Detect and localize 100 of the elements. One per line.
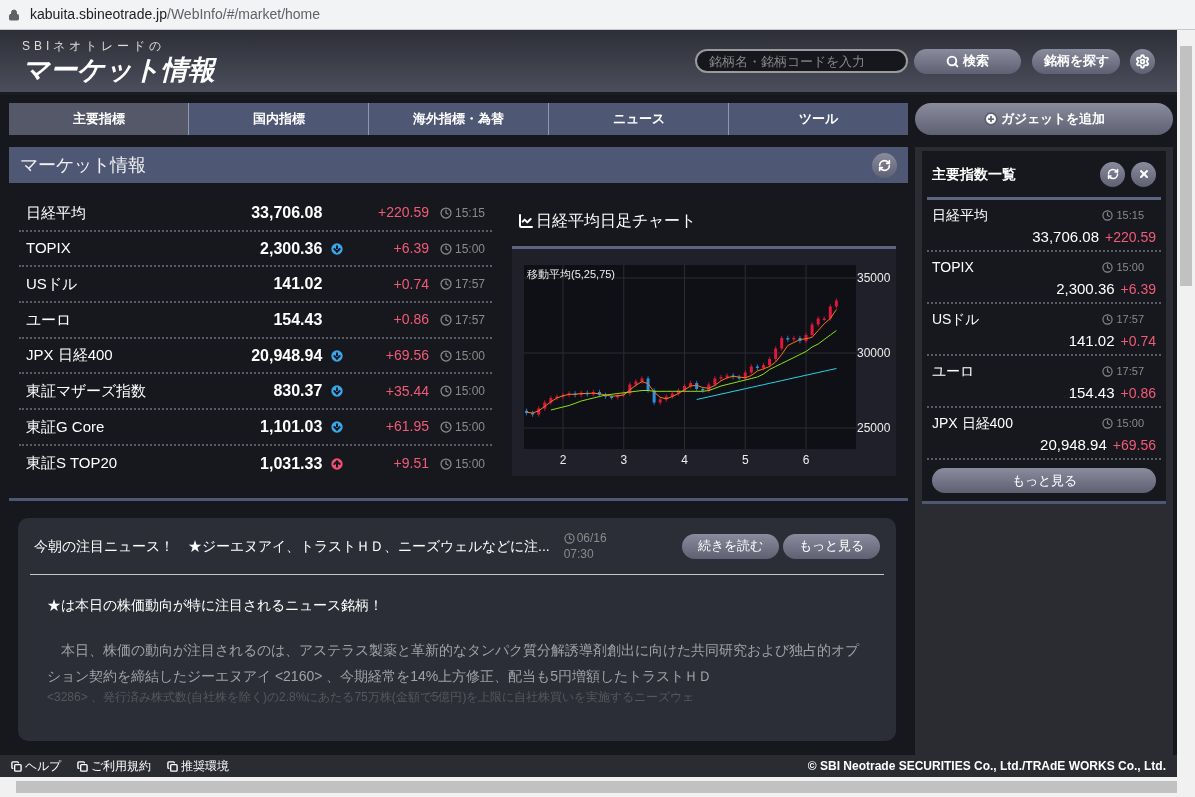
candlestick [664,393,668,403]
x-axis-label: 4 [680,452,689,469]
search-button[interactable]: 検索 [914,48,1021,74]
x-axis-label: 3 [619,452,629,469]
y-axis-label: 35000 [857,270,891,287]
candlestick [731,372,735,380]
x-axis-label: 6 [801,452,811,469]
candlestick [579,390,583,398]
index-name: 東証S TOP20 [26,453,119,474]
logo-subtitle: SBIネオトレードの [22,39,167,53]
refresh-button[interactable] [1100,161,1125,187]
clock-icon [439,242,452,255]
index-value: 2,300.36 [259,238,323,259]
footer-link[interactable]: 推奨環境 [167,757,229,775]
candlestick [810,321,814,338]
index-name: ユーロ [932,362,974,381]
update-time: 15:00 [1102,415,1144,432]
footer-link[interactable]: ヘルプ [11,757,61,775]
index-change: +0.86 [1120,384,1156,403]
nav-tab[interactable]: 海外指標・為替 [368,103,548,135]
find-stock-button[interactable]: 銘柄を探す [1032,48,1120,74]
update-time: 17:57 [439,310,485,329]
close-button[interactable] [1131,161,1156,187]
search-field[interactable]: 銘柄名・銘柄コードを入力 [695,49,908,73]
candlestick [749,363,753,376]
candlestick [567,390,571,398]
candlestick [628,381,632,397]
refresh-button[interactable] [872,152,897,178]
update-time: 17:57 [1102,311,1144,328]
clock-icon [439,385,452,398]
update-time: 15:00 [439,382,485,401]
nav-tab[interactable]: 国内指標 [188,103,368,135]
clock-icon [1102,210,1114,221]
chart-title: 日経平均日足チャート [536,211,696,231]
vertical-scrollbar[interactable] [1177,30,1195,777]
update-time: 15:15 [1102,207,1144,224]
settings-button[interactable] [1130,48,1155,74]
candlestick [689,380,693,389]
update-time: 15:15 [439,203,485,222]
candlestick [737,374,741,382]
candlestick [816,315,820,328]
candlestick [543,399,547,412]
chart-icon [518,213,534,229]
update-time: 15:00 [439,454,485,473]
y-axis-label: 30000 [857,345,891,362]
see-more-button[interactable]: もっと見る [783,533,880,559]
index-name: TOPIX [26,238,72,259]
candlestick [616,392,620,400]
index-name: 東証マザーズ指数 [26,381,147,402]
index-value: 33,706.08 [250,202,323,223]
index-change: +69.56 [1112,436,1156,455]
index-name: TOPIX [932,258,974,277]
candlestick [561,392,565,400]
url-text: kabuita.sbineotrade.jp/WebInfo/#/market/home [30,5,321,24]
index-change: +0.74 [1120,332,1156,351]
candlestick [676,387,680,397]
plus-icon [983,112,998,126]
update-time: 17:57 [439,275,485,294]
candlestick [725,372,729,380]
candlestick [670,390,674,400]
candlestick [640,375,644,385]
read-more-button[interactable]: 続きを読む [682,533,779,559]
index-value: 33,706.08 [1032,227,1099,247]
candlestick [597,389,601,398]
index-value: 141.02 [272,274,323,295]
news-headline: 今朝の注目ニュース！ ★ジーエヌアイ、トラストＨＤ、ニーズウェルなどに注... [34,536,550,556]
index-change: +35.44 [384,381,429,401]
candlestick [701,386,705,394]
card-title: 主要指数一覧 [932,164,1016,184]
candlestick [780,335,784,352]
footer-link[interactable]: ご利用規約 [77,757,151,775]
candlestick [683,383,686,394]
candlestick [786,335,790,343]
update-time: 15:00 [439,417,485,436]
address-bar[interactable]: kabuita.sbineotrade.jp/WebInfo/#/market/home [0,0,1195,30]
nav-tab[interactable]: ツール [728,103,908,135]
index-change: +61.95 [384,417,429,437]
see-more-button[interactable]: もっと見る [932,468,1156,494]
update-time: 15:00 [439,239,485,258]
x-axis-label: 5 [740,452,750,469]
index-value: 20,948.94 [1040,435,1107,455]
refresh-icon [1106,168,1119,180]
candlestick [743,369,747,382]
candlestick [622,390,626,398]
nav-tab[interactable]: 主要指標 [9,103,188,135]
index-change: +0.86 [392,310,429,330]
add-gadget-button[interactable]: ガジェットを追加 [915,103,1173,135]
candlestick [531,410,535,418]
scroll-thumb[interactable] [16,781,1177,793]
candlestick [604,392,608,400]
candlestick [834,297,838,310]
y-axis-label: 25000 [857,420,891,437]
scroll-thumb[interactable] [1180,46,1192,286]
horizontal-scrollbar[interactable] [0,777,1195,797]
index-name: 日経平均 [932,206,988,225]
index-change: +220.59 [376,203,429,223]
index-change: +0.74 [392,274,429,294]
candlestick [634,378,638,388]
nav-tab[interactable]: ニュース [548,103,728,135]
index-value: 830.37 [272,381,323,402]
